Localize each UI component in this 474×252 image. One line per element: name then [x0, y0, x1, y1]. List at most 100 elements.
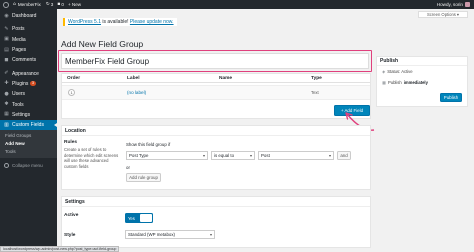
wordpress-version-link[interactable]: WordPress 5.1 — [68, 19, 101, 25]
my-account[interactable]: Howdy, sorin — [437, 2, 470, 7]
rule-operator-select[interactable]: is equal to — [211, 151, 255, 160]
media-icon: ▣ — [4, 36, 9, 43]
field-order-badge[interactable]: 1 — [68, 89, 75, 96]
show-if-label: Show this field group if — [126, 142, 171, 147]
wrench-icon: ✱ — [4, 101, 9, 108]
active-toggle[interactable]: Yes — [125, 213, 153, 223]
plugin-icon: ✚ — [4, 80, 9, 87]
sidebar-item-label: Settings — [12, 111, 31, 118]
location-title: Location — [62, 126, 370, 136]
user-icon: ● — [4, 90, 9, 97]
field-group-title-input[interactable]: MemberFix Field Group — [61, 53, 369, 69]
collapse-menu-button[interactable]: Collapse menu — [0, 161, 57, 171]
settings-title: Settings — [62, 197, 370, 207]
sidebar-item-label: Custom Fields — [12, 122, 44, 129]
sidebar-item-label: Users — [12, 91, 26, 98]
sidebar-item-label: Plugins — [12, 80, 29, 87]
sidebar-item-label: Dashboard — [12, 13, 37, 20]
sidebar-item-custom-fields[interactable]: ▥ Custom Fields — [0, 119, 57, 131]
sidebar-item-tools[interactable]: ✱ Tools — [0, 99, 57, 109]
comment-bubble-icon: ▪ — [57, 2, 61, 7]
avatar — [465, 2, 470, 7]
sidebar-item-dashboard[interactable]: ◉ Dashboard — [0, 11, 57, 21]
publish-value: immediately — [403, 80, 428, 85]
browser-status-url: localhost/wordpress/wp-admin/post-new.ph… — [0, 246, 120, 252]
status-text: Status: Active — [387, 69, 413, 74]
toggle-knob — [140, 214, 152, 222]
sidebar-item-media[interactable]: ▣ Media — [0, 35, 57, 45]
collapse-icon — [4, 163, 9, 169]
fields-table-header: Order Label Name Type — [62, 74, 370, 83]
update-now-link[interactable]: Please update now. — [130, 19, 174, 25]
sidebar-item-users[interactable]: ● Users — [0, 89, 57, 99]
title-highlight: MemberFix Field Group — [58, 50, 372, 72]
sidebar-item-plugins[interactable]: ✚ Plugins 3 — [0, 79, 57, 89]
greeting-text: Howdy, sorin — [436, 2, 463, 7]
rule-value-select[interactable]: Post — [258, 151, 334, 160]
sidebar-item-label: Appearance — [12, 70, 39, 77]
rules-label: Rules — [64, 140, 78, 145]
fields-icon: ▥ — [4, 121, 9, 128]
screen-options-label: Screen Options — [427, 12, 456, 17]
sidebar-item-label: Tools — [12, 101, 24, 108]
status-icon: ◈ — [382, 69, 386, 74]
publish-prefix: Publish — [387, 80, 402, 85]
field-label-link[interactable]: (no label) — [127, 90, 146, 95]
sidebar-item-settings[interactable]: ▦ Settings — [0, 110, 57, 120]
or-label: or — [126, 165, 130, 170]
admin-sidebar: ◉ Dashboard ✎ Posts ▣ Media ▤ Pages ◼ Comment… — [0, 9, 57, 252]
admin-bar: ⌂ MemberFix ↻ 3 ▪ 0 + New Howdy, sorin — [0, 0, 474, 9]
style-select[interactable]: Standard (WP metabox) — [125, 230, 215, 239]
sidebar-item-label: Pages — [12, 47, 27, 54]
sidebar-item-posts[interactable]: ✎ Posts — [0, 24, 57, 34]
sidebar-item-label: Media — [12, 36, 26, 43]
settings-icon: ▦ — [4, 111, 9, 118]
field-type: Text — [311, 90, 319, 95]
updates-count: 3 — [50, 2, 54, 7]
publish-button[interactable]: Publish — [440, 93, 462, 102]
column-type: Type — [311, 75, 322, 81]
sidebar-item-appearance[interactable]: ✐ Appearance — [0, 68, 57, 78]
page-title: Add New Field Group — [61, 39, 144, 49]
publish-title: Publish — [377, 57, 467, 66]
settings-metabox: Settings — [61, 196, 371, 248]
comments-link[interactable]: ▪ 0 — [57, 2, 64, 7]
update-notice: WordPress 5.1 is available! Please updat… — [63, 18, 177, 26]
chevron-down-icon: ▾ — [456, 12, 459, 17]
dashboard-icon: ◉ — [4, 12, 9, 19]
publish-status: ◈ Status: Active — [382, 69, 413, 74]
rule-param-select[interactable]: Post Type — [126, 151, 208, 160]
collapse-label: Collapse menu — [12, 163, 43, 169]
submenu-add-new[interactable]: Add New — [0, 139, 57, 147]
sidebar-item-label: Posts — [12, 26, 25, 33]
calendar-icon: ▦ — [382, 80, 386, 85]
and-rule-button[interactable]: and — [337, 151, 351, 160]
sidebar-item-comments[interactable]: ◼ Comments — [0, 55, 57, 65]
column-order: Order — [67, 75, 81, 81]
site-name-link[interactable]: MemberFix — [18, 2, 41, 7]
submenu-tools[interactable]: Tools — [0, 148, 57, 156]
submenu-field-groups[interactable]: Field Groups — [0, 131, 57, 139]
notice-text: is available! — [100, 19, 130, 25]
home-icon[interactable]: ⌂ — [13, 2, 16, 7]
active-label: Active — [64, 213, 79, 218]
rules-description: Create a set of rules to determine which… — [64, 147, 119, 169]
wordpress-logo-icon[interactable] — [3, 1, 9, 8]
column-name: Name — [219, 75, 233, 81]
plugins-update-badge: 3 — [30, 81, 36, 87]
comment-icon: ◼ — [4, 56, 9, 63]
publish-schedule: ▦ Publish immediately — [382, 80, 428, 85]
page-icon: ▤ — [4, 46, 9, 53]
column-label: Label — [127, 75, 140, 81]
updates-icon: ↻ — [45, 2, 50, 7]
sidebar-item-label: Comments — [12, 57, 37, 64]
brush-icon: ✐ — [4, 70, 9, 77]
comments-count: 0 — [61, 2, 64, 7]
table-row[interactable]: 1 (no label) Text — [62, 85, 370, 100]
updates-link[interactable]: ↻ 3 — [46, 2, 53, 7]
sidebar-item-pages[interactable]: ▤ Pages — [0, 45, 57, 55]
new-content-link[interactable]: + New — [68, 2, 81, 7]
add-rule-group-button[interactable]: Add rule group — [126, 173, 161, 182]
pin-icon: ✎ — [4, 25, 9, 32]
screen-options-button[interactable]: Screen Options ▾ — [418, 11, 468, 18]
